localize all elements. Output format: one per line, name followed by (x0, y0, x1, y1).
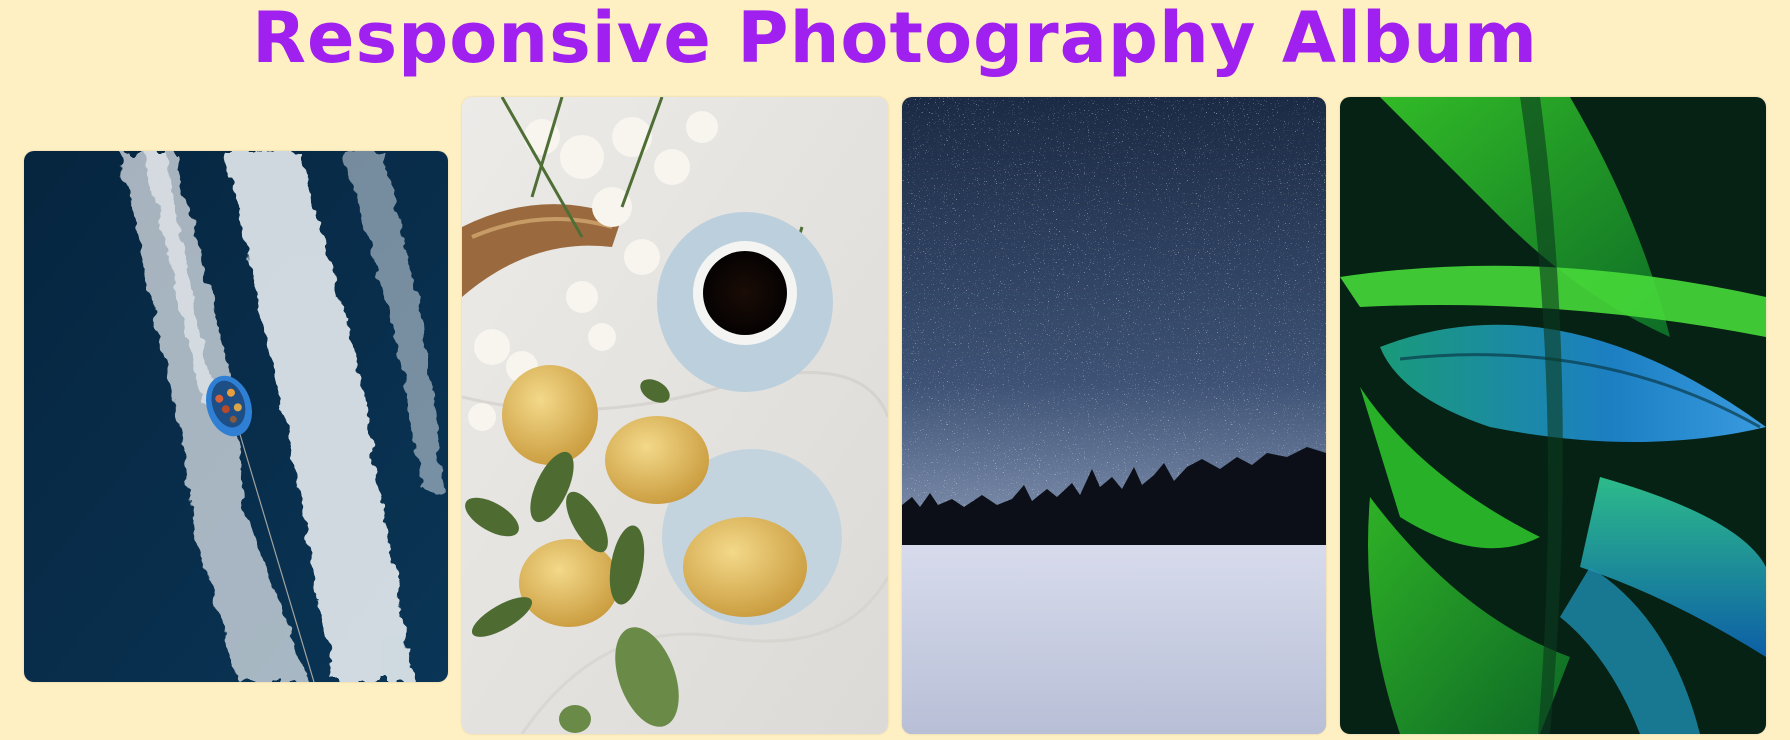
page-title: Responsive Photography Album (252, 0, 1538, 79)
lemons-coffee-image (462, 97, 888, 734)
photo-boat-wake[interactable] (24, 151, 448, 682)
starry-snow-image (902, 97, 1326, 734)
green-leaves-image (1340, 97, 1766, 734)
boat-wake-image (24, 151, 448, 682)
photo-starry-snow[interactable] (902, 97, 1326, 734)
photo-green-leaves[interactable] (1340, 97, 1766, 734)
photo-lemons-coffee[interactable] (462, 97, 888, 734)
